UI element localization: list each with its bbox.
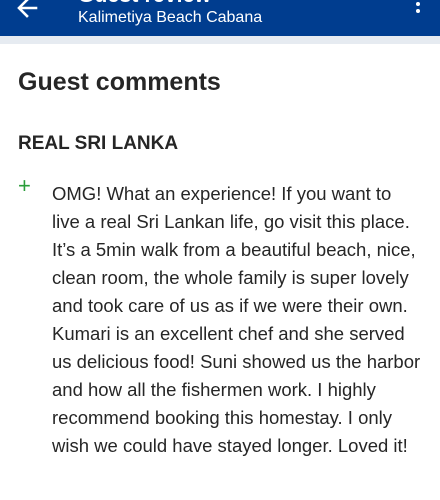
arrow-left-icon (17, 0, 38, 18)
app-title: Guest review (78, 0, 211, 8)
plus-icon: + (18, 173, 31, 198)
back-button[interactable] (14, 0, 50, 22)
more-vertical-icon (416, 2, 420, 6)
header-divider (0, 36, 440, 44)
more-vertical-icon-dot (416, 9, 420, 13)
more-options-button[interactable] (410, 0, 426, 18)
comment-body: OMG! What an experience! If you want to … (52, 183, 421, 456)
app-bar: Guest review Kalimetiya Beach Cabana (0, 0, 440, 36)
comment-title: REAL SRI LANKA (18, 133, 179, 154)
section-heading: Guest comments (18, 68, 221, 96)
app-subtitle: Kalimetiya Beach Cabana (78, 9, 263, 26)
